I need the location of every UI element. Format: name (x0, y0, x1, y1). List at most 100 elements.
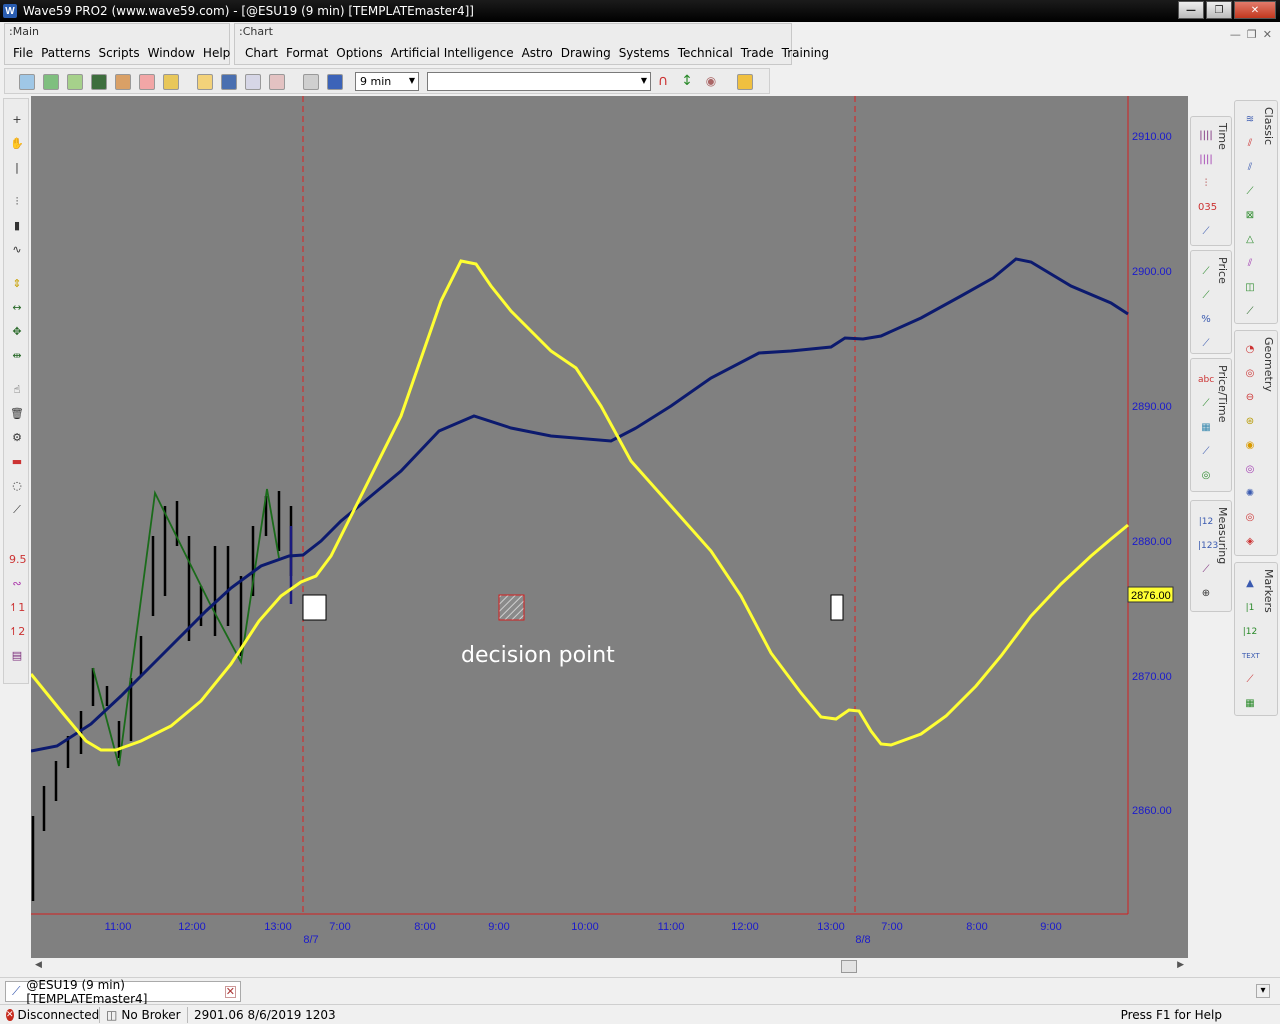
count-2-icon[interactable]: ↿2 (9, 625, 25, 639)
menu-systems[interactable]: Systems (619, 46, 670, 60)
candles-icon[interactable]: ▮ (9, 219, 25, 233)
menu-astro[interactable]: Astro (522, 46, 553, 60)
magnet-icon[interactable]: ∩ (655, 74, 671, 90)
expand-icon[interactable]: ↔ (9, 301, 25, 315)
marker-12-icon[interactable]: |12 (1242, 625, 1258, 639)
classic-pitchfork-icon[interactable]: ⫽ (1242, 137, 1258, 151)
text-abc-icon[interactable]: abc (1198, 373, 1214, 387)
save-icon[interactable] (221, 74, 237, 90)
open-icon[interactable] (197, 74, 213, 90)
zoom-icon[interactable] (43, 74, 59, 90)
classic-channel-icon[interactable]: ⫽ (1242, 161, 1258, 175)
fib-95-icon[interactable]: 9.5 (9, 553, 27, 567)
refresh-icon[interactable] (327, 74, 343, 90)
tools-icon[interactable] (163, 74, 179, 90)
updown-arrows-icon[interactable]: ↕ (679, 74, 695, 90)
horizontal-scrollbar[interactable]: ◀ ▶ (31, 958, 1188, 975)
scroll-left-icon[interactable]: ◀ (35, 960, 42, 970)
interval-select[interactable]: 9 min ▼ (355, 72, 419, 91)
percent-icon[interactable]: % (1198, 313, 1214, 327)
new-chart-icon[interactable] (19, 74, 35, 90)
indicator-icon[interactable] (139, 74, 155, 90)
export-icon[interactable] (269, 74, 285, 90)
vertical-line-icon[interactable]: | (9, 161, 25, 175)
time-ratio-icon[interactable]: 035 (1198, 201, 1217, 215)
menu-options[interactable]: Options (336, 46, 382, 60)
symbol-select[interactable]: ▼ (427, 72, 651, 91)
count-1-icon[interactable]: ↿1 (9, 601, 25, 615)
menu-file[interactable]: File (13, 46, 33, 60)
wrench-icon[interactable]: ⚙ (9, 431, 25, 445)
menu-drawing[interactable]: Drawing (561, 46, 611, 60)
time-bars-icon[interactable]: |||| (1198, 129, 1214, 143)
marker-line-icon[interactable]: ⟋ (1242, 673, 1258, 687)
trash-icon[interactable]: 🗑 (9, 407, 25, 421)
geo-target-icon[interactable]: ⊛ (1242, 415, 1258, 429)
projection-marker-box[interactable] (830, 594, 844, 621)
classic-arc-icon[interactable]: ⟋ (1242, 305, 1258, 319)
bars-icon[interactable]: ⫶ (9, 195, 25, 209)
close-button[interactable]: ✕ (1234, 1, 1276, 19)
menu-artificial-intelligence[interactable]: Artificial Intelligence (391, 46, 514, 60)
line-chart-icon[interactable]: ∿ (9, 243, 25, 257)
scan-icon[interactable] (115, 74, 131, 90)
price-trend-icon[interactable]: ⟋ (1198, 337, 1214, 351)
alert-icon[interactable] (737, 74, 753, 90)
price-extension-icon[interactable]: ⟋ (1198, 289, 1214, 303)
scroll-right-icon[interactable]: ▶ (1177, 960, 1184, 970)
scroll-thumb[interactable] (841, 960, 857, 973)
time-trend-icon[interactable]: ⟋ (1198, 225, 1214, 239)
truck-icon[interactable]: ▬ (9, 455, 25, 469)
mdi-close-icon[interactable]: ✕ (1263, 28, 1272, 41)
menu-format[interactable]: Format (286, 46, 328, 60)
classic-lines-icon[interactable]: ⫽ (1242, 257, 1258, 271)
pt-spiral-icon[interactable]: ◎ (1198, 469, 1214, 483)
hand-icon[interactable]: ✋ (9, 137, 25, 151)
decision-point-marker[interactable] (498, 594, 525, 621)
geo-diamond-icon[interactable]: ◈ (1242, 535, 1258, 549)
mdi-restore-icon[interactable]: ❐ (1247, 28, 1257, 41)
close-tab-icon[interactable]: ✕ (224, 985, 236, 998)
menu-scripts[interactable]: Scripts (99, 46, 140, 60)
classic-triangle-icon[interactable]: △ (1242, 233, 1258, 247)
menu-training[interactable]: Training (782, 46, 829, 60)
chart-canvas[interactable]: decision point 2910.00 2900.00 2890.00 2… (31, 96, 1188, 958)
add-symbol-icon[interactable] (67, 74, 83, 90)
chart-tab[interactable]: ⟋ @ESU19 (9 min) [TEMPLATEmaster4] ✕ (5, 978, 241, 1006)
classic-fan-icon[interactable]: ≋ (1242, 113, 1258, 127)
wave-icon[interactable]: ∾ (9, 577, 25, 591)
price-retrace-icon[interactable]: ⟋ (1198, 265, 1214, 279)
print-icon[interactable] (303, 74, 319, 90)
minimize-button[interactable]: — (1178, 1, 1204, 19)
data-icon[interactable] (91, 74, 107, 90)
geo-rings-icon[interactable]: ◎ (1242, 463, 1258, 477)
price-chart-svg[interactable]: decision point 2910.00 2900.00 2890.00 2… (31, 96, 1188, 958)
geo-web-icon[interactable]: ✺ (1242, 487, 1258, 501)
tab-list-chevron-icon[interactable]: ▾ (1256, 984, 1270, 998)
geo-ellipse-icon[interactable]: ⊖ (1242, 391, 1258, 405)
measure-12-icon[interactable]: |12 (1198, 515, 1214, 529)
pt-angle-icon[interactable]: ⟋ (1198, 397, 1214, 411)
geo-circle-icon[interactable]: ◎ (1242, 367, 1258, 381)
marker-grid-icon[interactable]: ▦ (1242, 697, 1258, 711)
move-icon[interactable]: ✥ (9, 325, 25, 339)
menu-technical[interactable]: Technical (678, 46, 733, 60)
pt-fan-icon[interactable]: ⟋ (1198, 445, 1214, 459)
marker-1-icon[interactable]: |1 (1242, 601, 1258, 615)
menu-chart[interactable]: Chart (245, 46, 278, 60)
projection-marker-box[interactable] (302, 594, 327, 621)
menu-help[interactable]: Help (203, 46, 230, 60)
geo-spiral-icon[interactable]: ◔ (1242, 343, 1258, 357)
pt-grid-icon[interactable]: ▦ (1198, 421, 1214, 435)
menu-window[interactable]: Window (148, 46, 195, 60)
classic-gann-icon[interactable]: ⟋ (1242, 185, 1258, 199)
geo-ring-icon[interactable]: ◉ (1242, 439, 1258, 453)
time-fib-icon[interactable]: ⫶ (1198, 177, 1214, 191)
menu-patterns[interactable]: Patterns (41, 46, 90, 60)
ruler-icon[interactable]: ⟋ (9, 503, 25, 517)
lasso-icon[interactable]: ◌ (9, 479, 25, 493)
marker-text-icon[interactable]: TEXT (1242, 649, 1260, 663)
crosshair-icon[interactable]: + (9, 113, 25, 127)
marker-arrow-icon[interactable]: ▲ (1242, 577, 1258, 591)
eye-icon[interactable]: ◉ (703, 74, 719, 90)
